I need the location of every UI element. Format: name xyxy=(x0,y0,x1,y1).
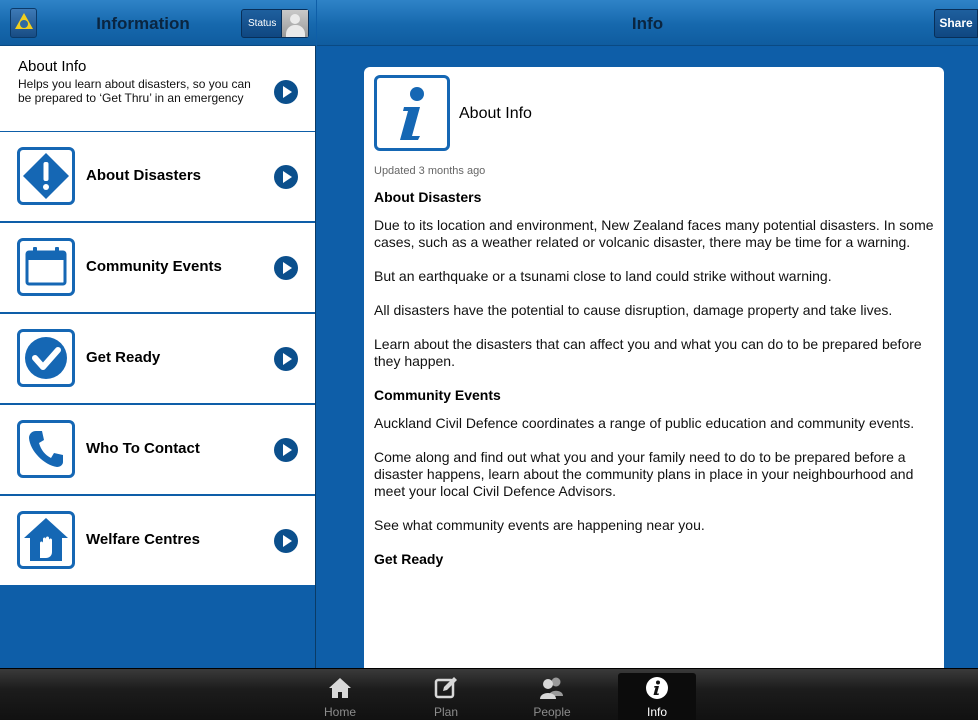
paragraph: Due to its location and environment, New… xyxy=(374,217,934,250)
paragraph: Learn about the disasters that can affec… xyxy=(374,336,922,369)
tab-info[interactable]: Info xyxy=(618,673,696,720)
menu-label: Welfare Centres xyxy=(86,531,200,548)
tab-label: People xyxy=(533,705,571,719)
checkmark-icon xyxy=(17,329,75,387)
detail-navbar: Info Share xyxy=(317,0,978,46)
paragraph: All disasters have the potential to caus… xyxy=(374,302,893,318)
list-item-get-ready[interactable]: Get Ready xyxy=(0,314,315,405)
tab-home[interactable]: Home xyxy=(301,673,379,720)
updated-timestamp: Updated 3 months ago xyxy=(374,165,486,177)
section-heading: Community Events xyxy=(374,387,501,403)
info-menu-list: About Info Helps you learn about disaste… xyxy=(0,46,316,668)
chevron-right-icon[interactable] xyxy=(274,529,298,553)
status-label: Status xyxy=(248,18,277,29)
list-item-community-events[interactable]: Community Events xyxy=(0,223,315,314)
chevron-right-icon[interactable] xyxy=(274,438,298,462)
paragraph: Come along and find out what you and you… xyxy=(374,449,914,499)
phone-icon xyxy=(17,420,75,478)
home-icon xyxy=(301,673,379,703)
paragraph: See what community events are happening … xyxy=(374,517,705,533)
master-navbar: Information Status xyxy=(0,0,316,46)
people-icon xyxy=(513,673,591,703)
tab-plan[interactable]: Plan xyxy=(407,673,485,720)
chevron-right-icon[interactable] xyxy=(274,80,298,104)
list-item-about-disasters[interactable]: About Disasters xyxy=(0,132,315,223)
intro-description: Helps you learn about disasters, so you … xyxy=(18,77,251,105)
paragraph: But an earthquake or a tsunami close to … xyxy=(374,268,832,284)
intro-title: About Info xyxy=(18,58,87,75)
info-icon xyxy=(618,673,696,703)
content-title: About Info xyxy=(459,105,532,122)
info-content-card[interactable]: About Info Updated 3 months ago About Di… xyxy=(364,67,944,668)
chevron-right-icon[interactable] xyxy=(274,165,298,189)
tab-label: Home xyxy=(323,705,356,719)
chevron-right-icon[interactable] xyxy=(274,347,298,371)
section-heading: About Disasters xyxy=(374,189,482,205)
chevron-right-icon[interactable] xyxy=(274,256,298,280)
warning-diamond-icon xyxy=(17,147,75,205)
avatar xyxy=(281,10,308,37)
house-hand-icon xyxy=(17,511,75,569)
list-item-about-info[interactable]: About Info Helps you learn about disaste… xyxy=(0,46,315,132)
info-icon xyxy=(374,75,450,151)
paragraph: Auckland Civil Defence coordinates a ran… xyxy=(374,415,915,431)
pencil-square-icon xyxy=(407,673,485,703)
share-button[interactable]: Share xyxy=(934,9,978,38)
tab-label: Plan xyxy=(433,705,459,719)
status-button[interactable]: Status xyxy=(241,9,309,38)
bottom-tab-bar: Home Plan People Info xyxy=(0,668,978,720)
list-item-who-to-contact[interactable]: Who To Contact xyxy=(0,405,315,496)
tab-label: Info xyxy=(646,705,667,719)
list-item-welfare-centres[interactable]: Welfare Centres xyxy=(0,496,315,587)
menu-label: Who To Contact xyxy=(86,440,200,457)
detail-title: Info xyxy=(631,14,664,33)
menu-label: Community Events xyxy=(86,258,222,275)
section-heading: Get Ready xyxy=(374,551,444,567)
menu-label: Get Ready xyxy=(86,349,161,366)
calendar-icon xyxy=(17,238,75,296)
tab-people[interactable]: People xyxy=(513,673,591,720)
menu-label: About Disasters xyxy=(86,167,202,184)
